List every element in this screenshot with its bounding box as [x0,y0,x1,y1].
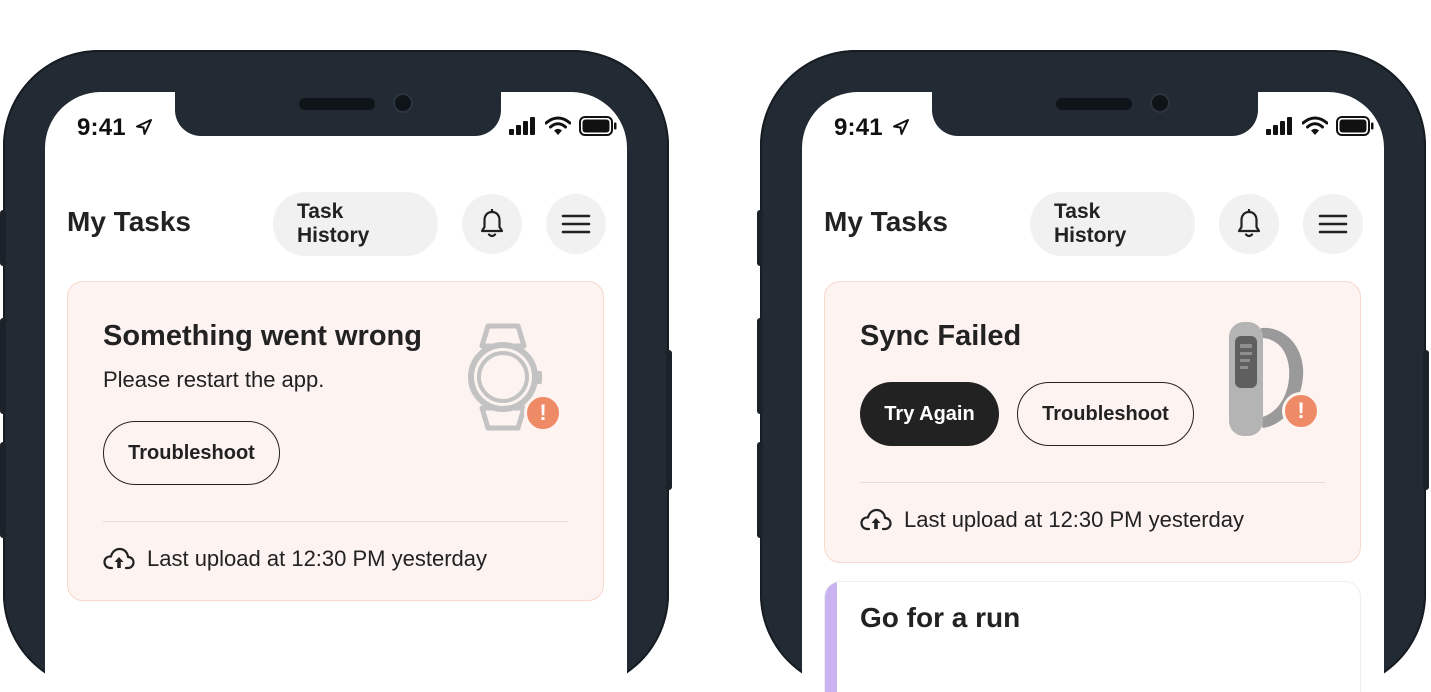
mute-switch [757,210,763,266]
battery-icon [1336,116,1374,136]
notch [932,92,1258,136]
notifications-button[interactable] [1219,194,1279,254]
task-history-button[interactable]: Task History [273,192,438,256]
page-title: My Tasks [824,206,948,237]
speaker-grille [299,98,375,110]
menu-button[interactable] [546,194,606,254]
bell-icon [1237,209,1261,238]
front-camera [393,93,413,113]
page-title: My Tasks [67,206,191,237]
hamburger-menu-icon [561,214,591,234]
volume-down-button [0,442,6,538]
error-title: Something went wrong [103,320,422,352]
location-arrow-icon [136,119,152,135]
status-icons [509,116,617,136]
wifi-icon [1302,116,1328,135]
volume-down-button [757,442,763,538]
power-button [666,350,672,490]
status-time: 9:41 [77,114,126,141]
wifi-icon [545,116,571,135]
sync-failed-title: Sync Failed [860,320,1022,352]
bell-icon [480,209,504,238]
alert-badge-icon: ! [1282,392,1320,430]
status-time: 9:41 [834,114,883,141]
cloud-upload-icon [860,508,892,531]
location-arrow-icon [893,119,909,135]
hamburger-menu-icon [1318,214,1348,234]
status-icons [1266,116,1374,136]
last-upload-row: Last upload at 12:30 PM yesterday [103,546,487,572]
notifications-button[interactable] [462,194,522,254]
phone-frame-left: 9:41 My Tasks Task History Something wen… [0,50,672,692]
volume-up-button [0,318,6,414]
troubleshoot-button[interactable]: Troubleshoot [103,421,280,485]
last-upload-text: Last upload at 12:30 PM yesterday [147,546,487,571]
alert-badge-icon: ! [524,394,562,432]
error-card: Something went wrong Please restart the … [67,281,604,601]
cloud-upload-icon [103,547,135,570]
card-divider [860,482,1325,483]
speaker-grille [1056,98,1132,110]
card-divider [103,521,568,522]
phone-frame-right: 9:41 My Tasks Task History Sync Failed T… [757,50,1429,692]
screen-right: 9:41 My Tasks Task History Sync Failed T… [802,92,1384,692]
task-card-go-for-a-run[interactable]: Go for a run [824,581,1361,692]
volume-up-button [757,318,763,414]
screen-left: 9:41 My Tasks Task History Something wen… [45,92,627,692]
troubleshoot-button[interactable]: Troubleshoot [1017,382,1194,446]
power-button [1423,350,1429,490]
cellular-signal-icon [1266,117,1292,135]
task-title: Go for a run [860,602,1021,633]
cellular-signal-icon [509,117,535,135]
task-accent-stripe [825,582,837,692]
task-history-button[interactable]: Task History [1030,192,1195,256]
last-upload-text: Last upload at 12:30 PM yesterday [904,507,1244,532]
sync-failed-card: Sync Failed Try Again Troubleshoot ! Las… [824,281,1361,563]
mute-switch [0,210,6,266]
menu-button[interactable] [1303,194,1363,254]
try-again-button[interactable]: Try Again [860,382,999,446]
front-camera [1150,93,1170,113]
error-message: Please restart the app. [103,367,325,392]
battery-icon [579,116,617,136]
last-upload-row: Last upload at 12:30 PM yesterday [860,507,1244,533]
notch [175,92,501,136]
